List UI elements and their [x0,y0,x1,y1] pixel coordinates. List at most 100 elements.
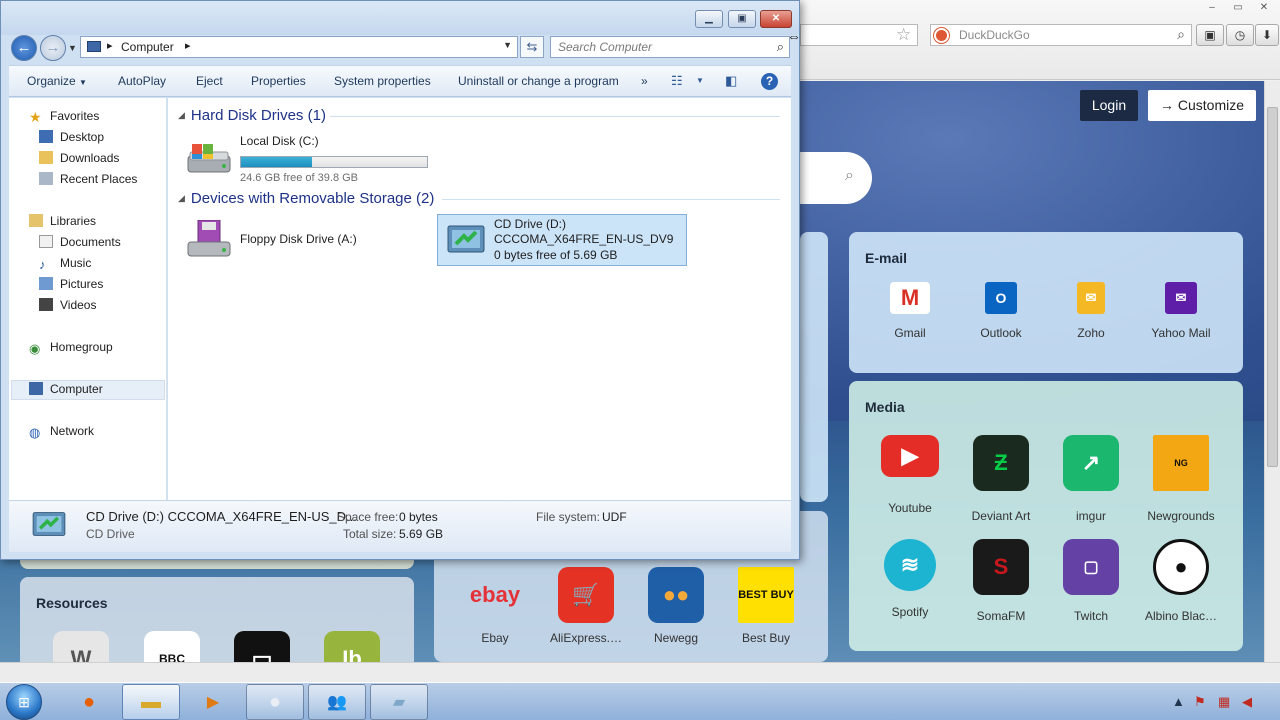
breadcrumb-computer[interactable]: Computer [121,40,174,54]
help-icon[interactable]: ? [761,73,778,90]
group-hard-disk-drives[interactable]: ◢ Hard Disk Drives (1) [178,107,326,124]
chevron-right-icon[interactable]: ▸ [107,39,113,52]
nav-recent-places[interactable]: Recent Places [39,172,137,186]
nav-favorites[interactable]: ★ Favorites [29,109,99,125]
browser-minimize-button[interactable]: – [1202,1,1222,15]
tile-wikipedia[interactable]: W [36,631,126,662]
maximize-button[interactable]: ▣ [728,10,756,28]
network-status-icon[interactable]: ▦ [1218,694,1230,710]
search-icon[interactable]: ⌕ [777,39,784,55]
collapse-triangle-icon[interactable]: ◢ [178,193,185,203]
tile-youtube[interactable]: ▶ Youtube [865,435,955,515]
nav-homegroup[interactable]: ◉ Homegroup [29,340,113,356]
nav-computer[interactable]: Computer [29,382,103,396]
address-dropdown-icon[interactable]: ▼ [503,40,512,50]
volume-icon[interactable]: ◀ [1242,694,1252,710]
documents-icon [39,235,53,248]
nav-documents[interactable]: Documents [39,235,121,249]
system-properties-button[interactable]: System properties [334,74,431,88]
tile-instructables[interactable]: Ib [307,631,397,662]
tile-resource[interactable]: ▭ [217,631,307,662]
eject-button[interactable]: Eject [196,74,223,88]
nav-pictures[interactable]: Pictures [39,277,103,291]
drive-cd-d[interactable]: CD Drive (D:) CCCOMA_X64FRE_EN-US_DV9 0 … [437,214,687,266]
tile-label: Youtube [888,501,932,515]
tile-imgur[interactable]: ↗ imgur [1046,435,1136,523]
page-horizontal-scrollbar[interactable] [0,662,1280,682]
drive-floppy-a[interactable]: Floppy Disk Drive (A:) [186,219,416,260]
tile-zoho[interactable]: ✉ Zoho [1046,282,1136,340]
search-computer-field[interactable]: Search Computer ⌕ [550,36,790,58]
nav-desktop[interactable]: Desktop [39,130,104,144]
address-bar[interactable]: ▸ Computer ▸ ▼ [80,36,518,58]
explorer-titlebar[interactable] [1,1,799,35]
customize-button[interactable]: → Customize [1148,90,1256,121]
hard-disk-icon [186,142,232,176]
tile-gmail[interactable]: M Gmail [865,282,955,340]
tile-albino-blacksheep[interactable]: ● Albino Blac… [1136,539,1226,623]
view-options-dropdown-icon[interactable]: ▼ [696,76,704,85]
chevron-right-icon[interactable]: ▸ [185,39,191,52]
tile-outlook[interactable]: O Outlook [956,282,1046,340]
browser-search-field[interactable]: DuckDuckGo ⌕ [930,24,1192,46]
taskbar-app-2[interactable]: 👥 [308,684,366,720]
tile-label: Zoho [1077,326,1105,340]
preview-pane-icon[interactable]: ◧ [725,73,737,89]
tile-label: SomaFM [976,609,1026,623]
downloads-button[interactable]: ⬇ [1255,24,1279,46]
tile-newgrounds[interactable]: NG Newgrounds [1136,435,1226,523]
nav-label: Music [60,256,92,270]
taskbar-explorer[interactable]: ▬ [122,684,180,720]
back-button[interactable]: ← [11,35,37,61]
tile-twitch[interactable]: ▢ Twitch [1046,539,1136,623]
nav-music[interactable]: ♪ Music [39,256,92,272]
bookmark-star-icon[interactable]: ☆ [896,24,911,46]
tile-yahoo-mail[interactable]: ✉ Yahoo Mail [1136,282,1226,340]
collapse-triangle-icon[interactable]: ◢ [178,110,185,120]
tile-ebay[interactable]: ebay Ebay [450,567,540,645]
scrollbar-thumb[interactable] [1267,107,1278,467]
nav-downloads[interactable]: Downloads [39,151,119,165]
tile-deviantart[interactable]: Ƶ Deviant Art [956,435,1046,523]
recent-pages-dropdown-icon[interactable]: ▼ [68,43,77,53]
nav-network[interactable]: ◍ Network [29,424,94,440]
tile-somafm[interactable]: S SomaFM [956,539,1046,623]
tile-aliexpress[interactable]: 🛒 AliExpress.… [541,567,631,645]
history-menu-button[interactable]: ◷ [1226,24,1254,46]
tile-newegg[interactable]: ●● Newegg [631,567,721,645]
refresh-button[interactable]: ⇆ [520,36,544,58]
taskbar-media-player[interactable]: ▶ [184,684,242,720]
drive-local-disk-c[interactable]: Local Disk (C:) 24.6 GB free of 39.8 GB [186,134,436,184]
nav-label: Videos [60,298,97,312]
tile-bestbuy[interactable]: BEST BUY Best Buy [721,567,811,645]
autoplay-button[interactable]: AutoPlay [118,74,166,88]
taskbar-app-3[interactable]: ▰ [370,684,428,720]
tile-spotify[interactable]: ≋ Spotify [865,539,955,619]
page-vertical-scrollbar[interactable] [1264,81,1280,662]
taskbar-firefox[interactable]: ● [60,684,118,720]
browser-close-button[interactable]: ✕ [1254,1,1274,15]
search-icon[interactable]: ⌕ [1177,26,1185,43]
more-commands-button[interactable]: » [641,74,648,88]
search-icon[interactable]: ⌕ [845,167,854,185]
page-search-box[interactable]: ⌕ [790,152,872,204]
nav-videos[interactable]: Videos [39,298,96,312]
tray-expand-icon[interactable]: ▲ [1172,694,1185,709]
action-center-icon[interactable]: ⚑ [1194,694,1206,710]
tile-bbc[interactable]: BBC [127,631,217,662]
forward-button[interactable]: → [40,35,66,61]
browser-maximize-button[interactable]: ▭ [1228,1,1248,15]
change-view-icon[interactable]: ☷ [671,73,683,89]
start-button[interactable]: ⊞ [6,684,42,720]
tile-label: imgur [1075,509,1106,523]
organize-menu[interactable]: Organize ▼ [27,74,87,88]
nav-libraries[interactable]: Libraries [29,214,96,228]
bookmarks-menu-button[interactable]: ▣ [1196,24,1224,46]
login-button[interactable]: Login [1080,90,1138,121]
properties-button[interactable]: Properties [251,74,306,88]
close-button[interactable]: ✕ [760,10,792,28]
taskbar-app-1[interactable]: ● [246,684,304,720]
uninstall-program-button[interactable]: Uninstall or change a program [458,74,619,88]
group-removable-storage[interactable]: ◢ Devices with Removable Storage (2) [178,190,434,207]
minimize-button[interactable]: ▁ [695,10,723,28]
